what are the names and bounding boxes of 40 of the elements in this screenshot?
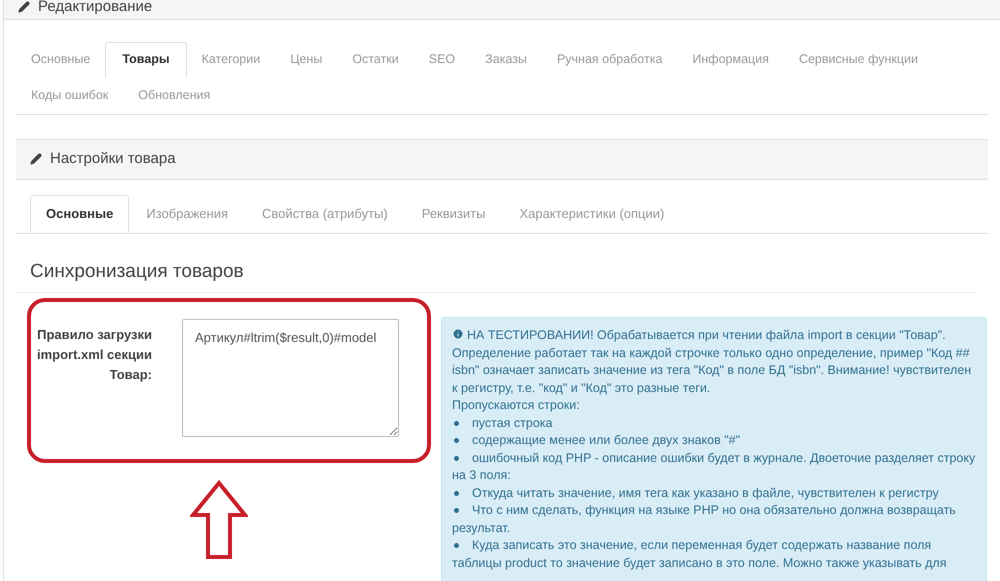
tab[interactable]: Сервисные функции <box>784 42 933 78</box>
pencil-icon <box>30 153 42 165</box>
info-text: Пропускаются строки: <box>452 397 581 414</box>
tab[interactable]: Информация <box>677 42 784 78</box>
tab[interactable]: Характеристики (опции) <box>502 194 682 232</box>
tab[interactable]: Основные <box>30 194 130 232</box>
list-item: Откуда читать значение, имя тега как указано в файле, чувствителен к регистру <box>452 484 976 502</box>
tab[interactable]: Свойства (атрибуты) <box>245 194 405 232</box>
rule-textarea[interactable]: Артикул#ltrim($result,0)#model <box>182 319 399 437</box>
tab[interactable]: Цены <box>275 42 338 78</box>
tab[interactable]: Коды ошибок <box>16 78 124 114</box>
tab[interactable]: Товары <box>105 42 187 78</box>
tab[interactable]: Основные <box>16 42 106 78</box>
list-item: Что с ним сделать, функция на языке PHP но она обязательно должна возвращать результат. <box>452 502 957 537</box>
bullet-icon <box>454 490 459 496</box>
tab[interactable]: Обновления <box>123 78 226 114</box>
tab[interactable]: Категории <box>186 42 276 78</box>
tab[interactable]: Реквизиты <box>404 194 502 232</box>
field-label: Правило загрузки import.xml секции Товар: <box>36 326 152 384</box>
bullet-icon <box>454 420 459 426</box>
subpanel-title: Настройки товара <box>50 148 176 169</box>
up-arrow-icon <box>190 480 248 560</box>
info-text: НА ТЕСТИРОВАНИИ! Обрабатывается при чтении файла import в секции "Товар". Определение работает так на каждой строчке только одно определение, пример "Код ## isbn" означает записать значение из тега "Код" в поле БД "isbn". Внимание! чувствителен к регистру, т.е. "код" и "Код" это разные теги. <box>452 327 972 397</box>
tab[interactable]: Остатки <box>337 42 414 78</box>
pencil-icon <box>18 1 30 14</box>
list-item: Куда записать это значение, если переменная будет содержать название поля таблицы product то значение будет записано в это поле. Можно также указывать для <box>452 537 948 572</box>
section-title: Синхронизация товаров <box>16 234 976 293</box>
tab[interactable]: SEO <box>414 42 470 78</box>
tab[interactable]: Заказы <box>470 42 542 78</box>
bullet-icon <box>454 438 459 444</box>
list-item: ошибочный код PHP - описание ошибки будет в журнале. Двоеточие разделяет строку на 3 поля: <box>452 450 976 484</box>
tab[interactable]: Ручная обработка <box>542 42 678 78</box>
bullet-icon <box>454 543 459 548</box>
panel-title: Редактирование <box>38 0 152 17</box>
bullet-icon <box>454 508 459 514</box>
list-item: пустая строка <box>452 414 976 432</box>
info-icon <box>452 328 464 340</box>
bullet-icon <box>454 456 459 461</box>
list-item: содержащие менее или более двух знаков "#" <box>452 432 976 450</box>
tab[interactable]: Изображения <box>129 194 246 232</box>
